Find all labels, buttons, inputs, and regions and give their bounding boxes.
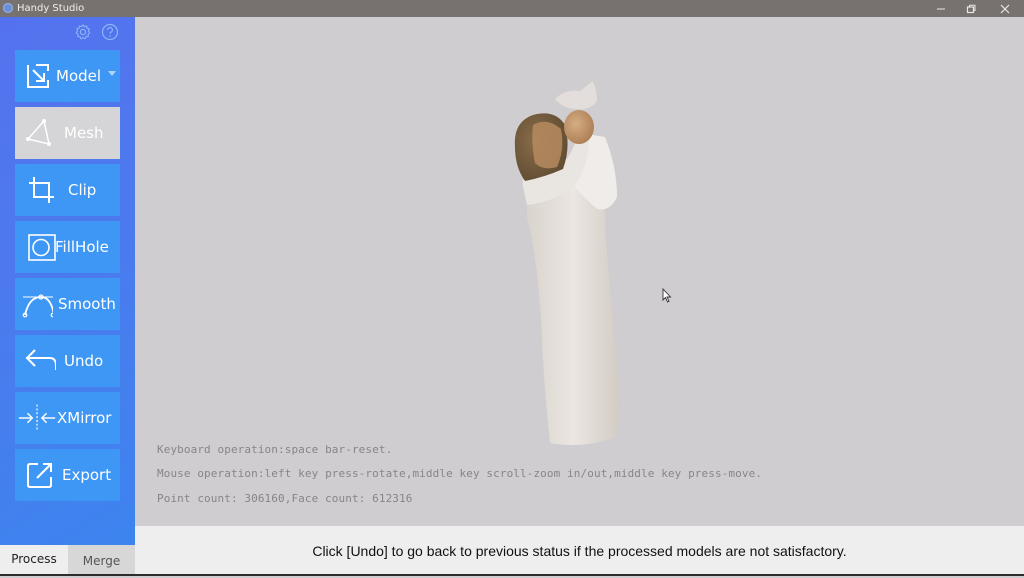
- tool-undo-button[interactable]: Undo: [15, 335, 120, 387]
- restore-icon: [966, 4, 976, 13]
- tool-undo-label: Undo: [64, 352, 104, 370]
- mirror-icon: [18, 404, 56, 432]
- sidebar-tabs: Process Merge: [0, 545, 135, 576]
- tool-xmirror-label: XMirror: [57, 409, 112, 427]
- 3d-viewport[interactable]: Keyboard operation:space bar-reset. Mous…: [135, 17, 1024, 526]
- gear-icon: [75, 24, 91, 40]
- tool-export-button[interactable]: Export: [15, 449, 120, 501]
- undo-arrow-icon: [25, 349, 56, 370]
- tool-mesh-label: Mesh: [64, 124, 104, 142]
- 3d-model-figurine[interactable]: [505, 77, 655, 452]
- import-icon: [27, 64, 49, 88]
- tool-smooth-button[interactable]: Smooth: [15, 278, 120, 330]
- help-button[interactable]: [101, 23, 119, 41]
- keyboard-operation-hint: Keyboard operation:space bar-reset.: [157, 443, 393, 456]
- app-logo-icon: [3, 3, 13, 13]
- tool-clip-label: Clip: [68, 181, 97, 199]
- bezier-curve-icon: [22, 294, 53, 318]
- chevron-down-icon[interactable]: [108, 71, 116, 76]
- tool-clip-button[interactable]: Clip: [15, 164, 120, 216]
- tool-model-label: Model: [56, 67, 102, 85]
- tool-mesh-button[interactable]: Mesh: [15, 107, 120, 159]
- minimize-button[interactable]: [924, 0, 958, 17]
- tab-process[interactable]: Process: [0, 545, 68, 576]
- fill-hole-icon: [28, 234, 56, 261]
- help-icon: [101, 23, 119, 41]
- mouse-operation-hint: Mouse operation:left key press-rotate,mi…: [157, 467, 763, 480]
- tool-fillhole-button[interactable]: FillHole: [15, 221, 120, 273]
- crop-icon: [29, 177, 54, 203]
- tool-model-button[interactable]: Model: [15, 50, 120, 102]
- close-button[interactable]: [988, 0, 1022, 17]
- export-icon: [27, 463, 52, 488]
- close-icon: [1000, 4, 1010, 13]
- restore-button[interactable]: [954, 0, 988, 17]
- mouse-cursor-icon: [662, 288, 672, 303]
- settings-button[interactable]: [74, 23, 92, 41]
- tool-fillhole-label: FillHole: [55, 238, 109, 256]
- sidebar: Model Mesh Clip FillHole Smooth Undo XMi…: [0, 17, 135, 545]
- point-face-count: Point count: 306160,Face count: 612316: [157, 492, 413, 505]
- tool-xmirror-button[interactable]: XMirror: [15, 392, 120, 444]
- title-bar: Handy Studio: [0, 0, 1024, 17]
- tab-merge[interactable]: Merge: [68, 545, 135, 574]
- status-message: Click [Undo] to go back to previous stat…: [312, 543, 847, 559]
- mesh-triangle-icon: [26, 119, 51, 146]
- window-title: Handy Studio: [17, 3, 85, 14]
- minimize-icon: [937, 8, 945, 9]
- tool-export-label: Export: [62, 466, 112, 484]
- tool-smooth-label: Smooth: [58, 295, 116, 313]
- status-bar: Click [Undo] to go back to previous stat…: [135, 526, 1024, 576]
